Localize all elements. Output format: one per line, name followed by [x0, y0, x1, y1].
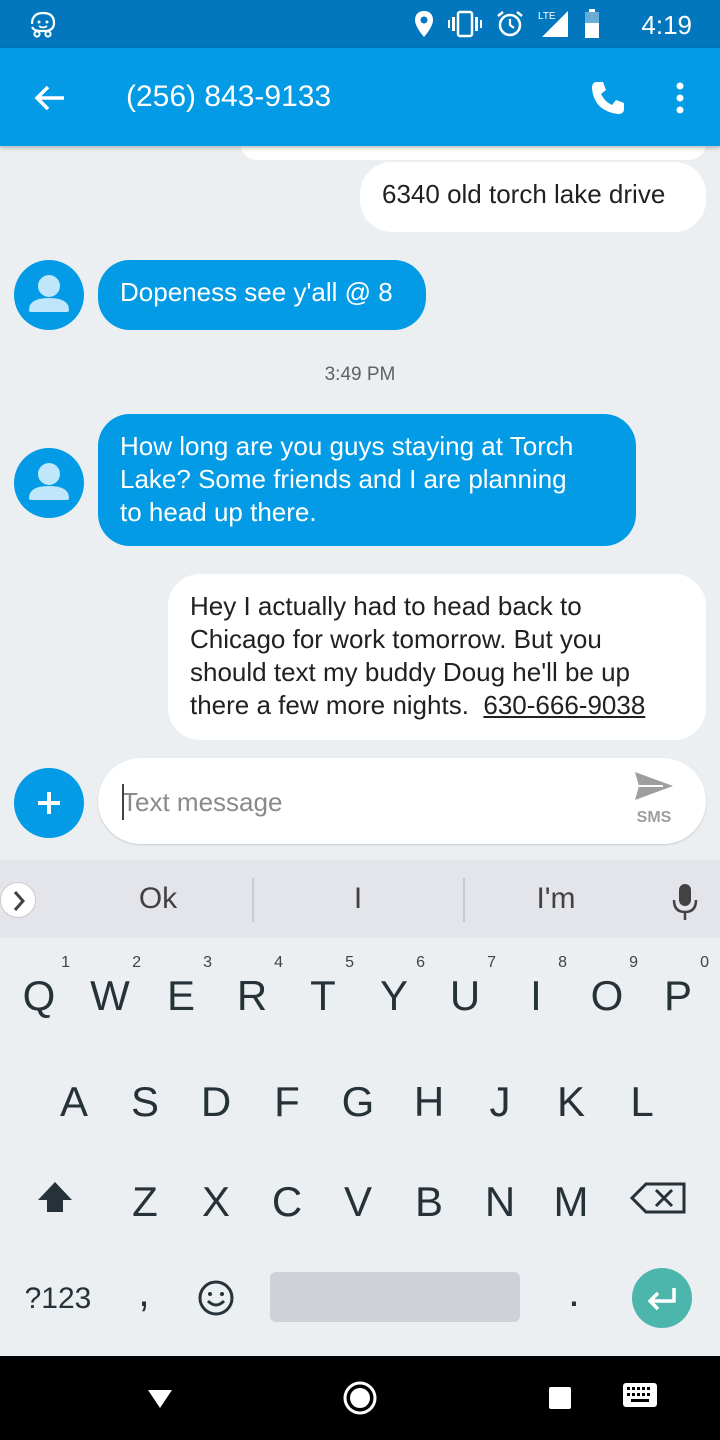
suggestion-word[interactable]: I'm	[506, 882, 606, 916]
navigation-bar	[0, 1356, 720, 1440]
plus-icon	[38, 792, 60, 814]
key-g[interactable]: G	[323, 1060, 393, 1156]
suggestion-word[interactable]: I	[308, 882, 408, 916]
location-icon	[415, 11, 433, 37]
key-comma[interactable]: ,	[112, 1264, 176, 1324]
key-b[interactable]: B	[394, 1160, 464, 1256]
alarm-icon	[497, 11, 523, 37]
suggestion-divider	[252, 878, 254, 922]
vibrate-icon	[448, 10, 482, 38]
waze-icon	[30, 11, 56, 38]
key-o[interactable]: O9	[572, 954, 642, 1050]
phone-call-icon[interactable]	[588, 78, 628, 118]
message-line: Hey I actually had to head back to	[190, 591, 582, 621]
message-line-text: there a few more nights.	[190, 690, 469, 720]
recents-square-icon[interactable]	[548, 1386, 572, 1410]
key-m[interactable]: M	[536, 1160, 606, 1256]
message-line: Chicago for work tomorrow. But you	[190, 624, 602, 654]
send-mode-label: SMS	[636, 809, 672, 826]
message-line: to head up there.	[120, 497, 317, 527]
keyboard-switch-icon[interactable]	[622, 1382, 658, 1412]
key-k[interactable]: K	[536, 1060, 606, 1156]
message-bubble-outgoing[interactable]: 6340 old torch lake drive	[360, 162, 706, 232]
emoji-key[interactable]	[184, 1268, 248, 1328]
attach-button[interactable]	[14, 768, 84, 838]
microphone-icon[interactable]	[670, 882, 700, 922]
symbols-key[interactable]: ?123	[8, 1278, 108, 1328]
key-w[interactable]: W2	[75, 954, 145, 1050]
smiley-icon	[198, 1280, 234, 1316]
app-bar: (256) 843-9133	[0, 48, 720, 146]
space-bar[interactable]	[270, 1272, 520, 1322]
more-vertical-icon[interactable]	[668, 78, 692, 118]
key-t[interactable]: T5	[288, 954, 358, 1050]
person-icon	[29, 275, 69, 312]
message-text: Dopeness see y'all @ 8	[120, 277, 393, 307]
key-period[interactable]: .	[542, 1264, 606, 1324]
key-j[interactable]: J	[465, 1060, 535, 1156]
suggestion-divider	[463, 878, 465, 922]
person-icon	[29, 463, 69, 500]
backspace-key[interactable]	[624, 1160, 694, 1256]
svg-text:LTE: LTE	[538, 11, 556, 22]
message-timestamp: 3:49 PM	[324, 364, 396, 385]
lte-signal-icon: LTE	[538, 11, 568, 37]
message-bubble-incoming[interactable]: Dopeness see y'all @ 8	[98, 260, 426, 330]
back-arrow-icon[interactable]	[30, 78, 70, 118]
shift-arrow-icon	[38, 1182, 72, 1212]
send-icon	[635, 772, 673, 800]
key-e[interactable]: E3	[146, 954, 216, 1050]
enter-key[interactable]	[632, 1268, 692, 1328]
suggestion-word[interactable]: Ok	[108, 882, 208, 916]
message-line: there a few more nights. 630-666-9038	[190, 689, 684, 722]
message-bubble-outgoing[interactable]: Hey I actually had to head back to Chica…	[168, 574, 706, 740]
expand-toolbar-button[interactable]	[0, 882, 36, 918]
key-u[interactable]: U7	[430, 954, 500, 1050]
text-cursor	[122, 784, 124, 820]
message-line: should text my buddy Doug he'll be up	[190, 657, 631, 687]
key-d[interactable]: D	[181, 1060, 251, 1156]
enter-arrow-icon	[647, 1288, 676, 1311]
suggestion-strip: Ok I I'm	[0, 860, 720, 938]
key-i[interactable]: I8	[501, 954, 571, 1050]
key-p[interactable]: P0	[643, 954, 713, 1050]
message-input[interactable]	[122, 782, 602, 822]
phone-number-link[interactable]: 630-666-9038	[483, 690, 645, 720]
key-y[interactable]: Y6	[359, 954, 429, 1050]
message-line: How long are you guys staying at Torch	[120, 431, 574, 461]
chevron-right-icon	[13, 891, 26, 911]
key-v[interactable]: V	[323, 1160, 393, 1256]
key-l[interactable]: L	[607, 1060, 677, 1156]
battery-icon	[585, 9, 599, 38]
key-r[interactable]: R4	[217, 954, 287, 1050]
key-h[interactable]: H	[394, 1060, 464, 1156]
send-button[interactable]: SMS	[628, 770, 680, 832]
shift-key[interactable]	[20, 1160, 90, 1256]
message-input-container[interactable]: SMS	[98, 758, 706, 844]
key-a[interactable]: A	[39, 1060, 109, 1156]
key-q[interactable]: Q1	[4, 954, 74, 1050]
keyboard: Ok I I'm Q1 W2 E3 R4 T5 Y6 U7 I8 O9 P0 A…	[0, 860, 720, 1356]
conversation-title: (256) 843-9133	[126, 80, 332, 113]
key-n[interactable]: N	[465, 1160, 535, 1256]
message-line: Lake? Some friends and I are planning	[120, 464, 567, 494]
back-triangle-icon[interactable]	[146, 1388, 174, 1410]
backspace-icon	[629, 1182, 686, 1214]
home-circle-icon[interactable]	[342, 1380, 378, 1416]
contact-avatar[interactable]	[14, 260, 84, 330]
key-c[interactable]: C	[252, 1160, 322, 1256]
message-bubble-incoming[interactable]: How long are you guys staying at Torch L…	[98, 414, 636, 546]
key-z[interactable]: Z	[110, 1160, 180, 1256]
status-bar: LTE 4:19	[0, 0, 720, 48]
status-time: 4:19	[641, 10, 692, 40]
previous-message-edge	[240, 146, 706, 160]
key-s[interactable]: S	[110, 1060, 180, 1156]
contact-avatar[interactable]	[14, 448, 84, 518]
key-x[interactable]: X	[181, 1160, 251, 1256]
key-f[interactable]: F	[252, 1060, 322, 1156]
message-text: 6340 old torch lake drive	[382, 179, 666, 209]
